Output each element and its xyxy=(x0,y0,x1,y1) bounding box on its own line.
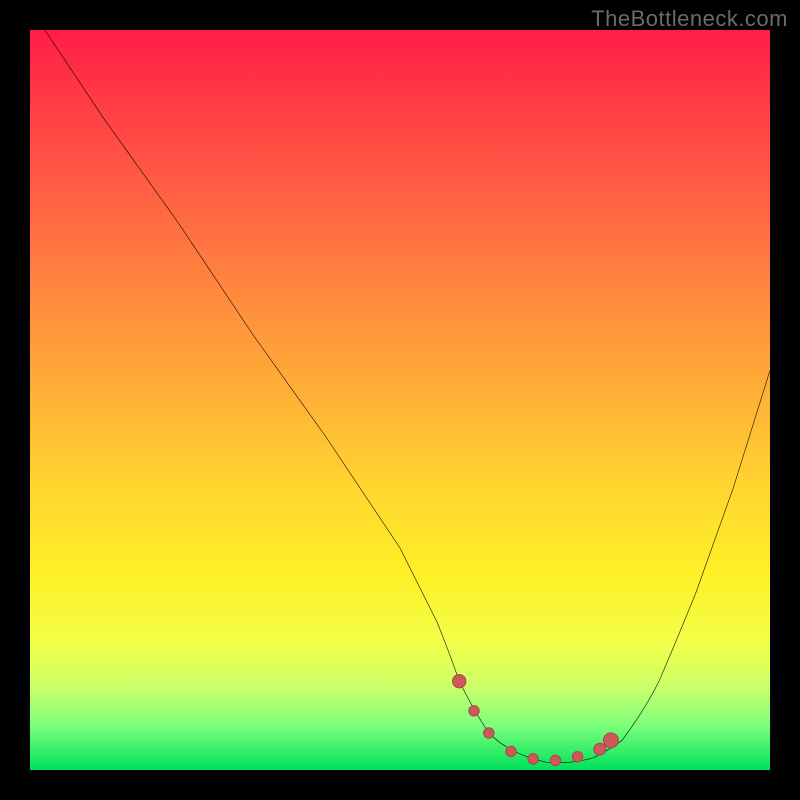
trough-markers xyxy=(453,675,619,766)
marker-dot xyxy=(550,755,560,765)
plot-area xyxy=(30,30,770,770)
marker-dot xyxy=(453,675,466,688)
bottleneck-curve xyxy=(30,30,770,770)
marker-dot xyxy=(528,754,538,764)
marker-dot xyxy=(469,706,479,716)
marker-dot xyxy=(572,752,582,762)
marker-dot xyxy=(506,746,516,756)
marker-dot xyxy=(604,733,619,748)
marker-dot xyxy=(484,728,494,738)
watermark-text: TheBottleneck.com xyxy=(591,6,788,32)
chart-frame: TheBottleneck.com xyxy=(0,0,800,800)
marker-dot xyxy=(594,743,606,755)
curve-path xyxy=(45,30,770,763)
